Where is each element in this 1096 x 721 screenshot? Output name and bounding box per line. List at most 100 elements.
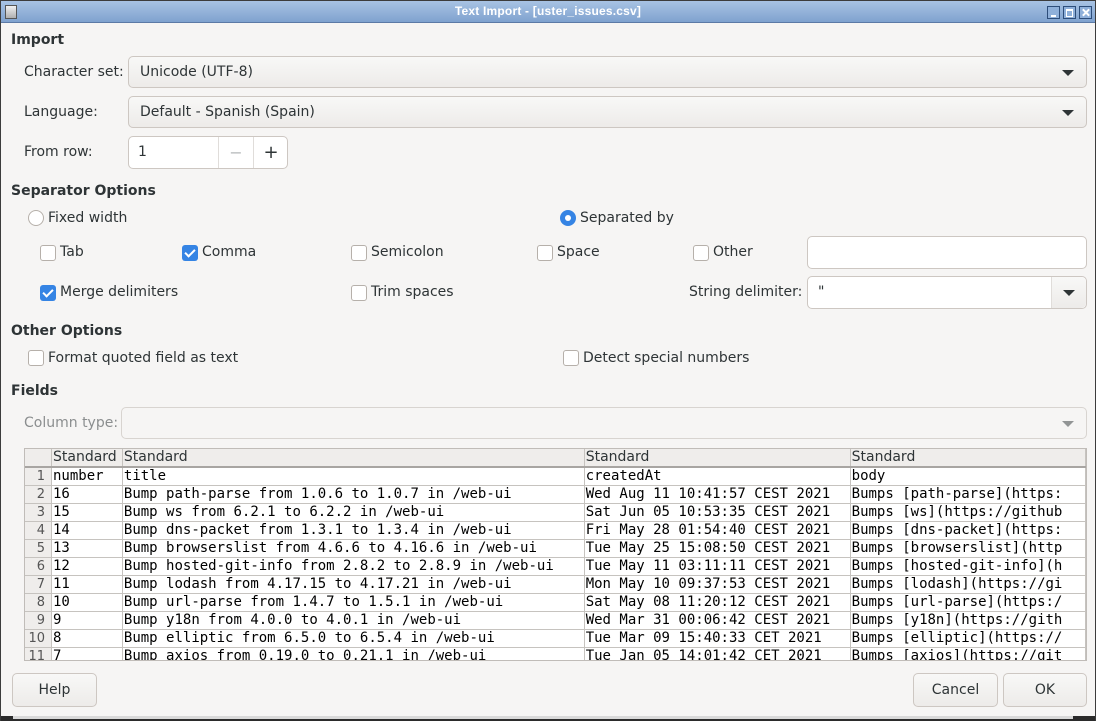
trim-spaces-checkbox[interactable] — [351, 285, 367, 301]
minimize-button[interactable] — [1047, 6, 1060, 19]
from-row-input[interactable]: 1 — [138, 144, 147, 160]
row-number: 6 — [25, 557, 52, 576]
table-row: 11 7 Bump axios from 0.19.0 to 0.21.1 in /… — [25, 647, 1086, 660]
merge-delimiters-checkbox[interactable] — [40, 285, 56, 301]
cancel-button[interactable]: Cancel — [913, 673, 998, 707]
table-cell[interactable]: Wed Mar 31 00:06:42 CEST 2021 — [584, 611, 851, 630]
table-cell[interactable]: Tue May 25 15:08:50 CEST 2021 — [584, 539, 851, 558]
table-cell[interactable]: 9 — [51, 611, 123, 630]
tab-checkbox[interactable] — [40, 245, 56, 261]
comma-checkbox[interactable] — [182, 245, 198, 261]
separated-by-radio[interactable] — [560, 210, 576, 226]
table-cell[interactable]: 7 — [51, 647, 123, 660]
table-cell[interactable]: Bump hosted-git-info from 2.8.2 to 2.8.9… — [122, 557, 585, 576]
preview-grid[interactable]: Standard Standard Standard Standard 1 number t… — [24, 448, 1087, 661]
format-quoted-label[interactable]: Format quoted field as text — [48, 350, 238, 366]
table-cell[interactable]: Tue Jan 05 14:01:42 CET 2021 — [584, 647, 851, 660]
semicolon-checkbox[interactable] — [351, 245, 367, 261]
space-checkbox[interactable] — [537, 245, 553, 261]
trim-spaces-label[interactable]: Trim spaces — [371, 284, 454, 300]
row-number: 1 — [25, 467, 52, 486]
language-combo[interactable]: Default - Spanish (Spain) — [128, 96, 1087, 128]
table-cell[interactable]: title — [122, 467, 585, 486]
table-cell[interactable]: Bump y18n from 4.0.0 to 4.0.1 in /web-ui — [122, 611, 585, 630]
other-separator-input[interactable] — [807, 236, 1087, 269]
string-delimiter-value[interactable]: " — [818, 284, 824, 300]
close-button[interactable] — [1079, 6, 1092, 19]
ok-button[interactable]: OK — [1003, 673, 1087, 707]
chevron-down-icon — [1062, 110, 1074, 116]
table-cell[interactable]: 11 — [51, 575, 123, 594]
table-cell[interactable]: Bumps [url-parse](https:/ — [850, 593, 1086, 612]
window-bottom-border — [1, 716, 1095, 721]
comma-label[interactable]: Comma — [202, 244, 256, 260]
window-title: Text Import - [uster_issues.csv] — [454, 4, 642, 18]
table-cell[interactable]: Bump axios from 0.19.0 to 0.21.1 in /web… — [122, 647, 585, 660]
column-header[interactable]: Standard — [850, 449, 1086, 468]
table-cell[interactable]: Bumps [browserslist](http — [850, 539, 1086, 558]
language-value: Default - Spanish (Spain) — [140, 104, 315, 120]
other-checkbox[interactable] — [693, 245, 709, 261]
table-cell[interactable]: number — [51, 467, 123, 486]
table-cell[interactable]: 16 — [51, 485, 123, 504]
table-cell[interactable]: 15 — [51, 503, 123, 522]
column-type-combo[interactable] — [121, 407, 1087, 439]
table-cell[interactable]: Fri May 28 01:54:40 CEST 2021 — [584, 521, 851, 540]
table-row: 5 13 Bump browserslist from 4.6.6 to 4.16.… — [25, 539, 1086, 558]
merge-delimiters-label[interactable]: Merge delimiters — [60, 284, 178, 300]
format-quoted-checkbox[interactable] — [28, 350, 44, 366]
table-cell[interactable]: createdAt — [584, 467, 851, 486]
table-cell[interactable]: body — [850, 467, 1086, 486]
table-cell[interactable]: Mon May 10 09:37:53 CEST 2021 — [584, 575, 851, 594]
column-header[interactable]: Standard — [584, 449, 851, 468]
table-cell[interactable]: Bump browserslist from 4.6.6 to 4.16.6 i… — [122, 539, 585, 558]
table-cell[interactable]: 13 — [51, 539, 123, 558]
table-cell[interactable]: 14 — [51, 521, 123, 540]
table-cell[interactable]: Tue Mar 09 15:40:33 CET 2021 — [584, 629, 851, 648]
table-cell[interactable]: 8 — [51, 629, 123, 648]
from-row-label: From row: — [24, 144, 93, 160]
table-cell[interactable]: Bump url-parse from 1.4.7 to 1.5.1 in /w… — [122, 593, 585, 612]
table-cell[interactable]: Bump path-parse from 1.0.6 to 1.0.7 in /… — [122, 485, 585, 504]
fixed-width-radio[interactable] — [28, 210, 44, 226]
from-row-spinner[interactable]: 1 − + — [128, 136, 288, 169]
table-cell[interactable]: Bump ws from 6.2.1 to 6.2.2 in /web-ui — [122, 503, 585, 522]
separated-by-label[interactable]: Separated by — [580, 210, 674, 226]
table-cell[interactable]: Bumps [axios](https://git — [850, 647, 1086, 660]
tab-label[interactable]: Tab — [60, 244, 84, 260]
table-cell[interactable]: Bumps [lodash](https://gi — [850, 575, 1086, 594]
grid-corner[interactable] — [25, 449, 52, 468]
table-cell[interactable]: Bump dns-packet from 1.3.1 to 1.3.4 in /… — [122, 521, 585, 540]
detect-special-checkbox[interactable] — [563, 350, 579, 366]
maximize-button[interactable] — [1063, 6, 1076, 19]
help-button[interactable]: Help — [12, 673, 97, 707]
titlebar[interactable]: Text Import - [uster_issues.csv] — [1, 1, 1095, 23]
charset-combo[interactable]: Unicode (UTF-8) — [128, 56, 1087, 88]
table-cell[interactable]: Bump lodash from 4.17.15 to 4.17.21 in /… — [122, 575, 585, 594]
table-cell[interactable]: Sat May 08 11:20:12 CEST 2021 — [584, 593, 851, 612]
table-cell[interactable]: Bumps [elliptic](https:// — [850, 629, 1086, 648]
table-cell[interactable]: Bump elliptic from 6.5.0 to 6.5.4 in /we… — [122, 629, 585, 648]
decrement-button[interactable]: − — [218, 137, 253, 168]
other-options-section-title: Other Options — [11, 323, 123, 339]
string-delimiter-combo[interactable]: " — [807, 276, 1087, 309]
table-cell[interactable]: 12 — [51, 557, 123, 576]
table-cell[interactable]: Bumps [hosted-git-info](h — [850, 557, 1086, 576]
fixed-width-label[interactable]: Fixed width — [48, 210, 127, 226]
other-label[interactable]: Other — [713, 244, 753, 260]
table-cell[interactable]: Bumps [ws](https://github — [850, 503, 1086, 522]
table-cell[interactable]: Bumps [y18n](https://gith — [850, 611, 1086, 630]
increment-button[interactable]: + — [253, 137, 288, 168]
table-cell[interactable]: Tue May 11 03:11:11 CEST 2021 — [584, 557, 851, 576]
column-header[interactable]: Standard — [51, 449, 123, 468]
table-cell[interactable]: Wed Aug 11 10:41:57 CEST 2021 — [584, 485, 851, 504]
space-label[interactable]: Space — [557, 244, 600, 260]
detect-special-label[interactable]: Detect special numbers — [583, 350, 749, 366]
table-cell[interactable]: Sat Jun 05 10:53:35 CEST 2021 — [584, 503, 851, 522]
semicolon-label[interactable]: Semicolon — [371, 244, 444, 260]
table-cell[interactable]: Bumps [dns-packet](https: — [850, 521, 1086, 540]
table-cell[interactable]: Bumps [path-parse](https: — [850, 485, 1086, 504]
column-header[interactable]: Standard — [122, 449, 585, 468]
chevron-down-icon[interactable] — [1051, 277, 1086, 308]
table-cell[interactable]: 10 — [51, 593, 123, 612]
